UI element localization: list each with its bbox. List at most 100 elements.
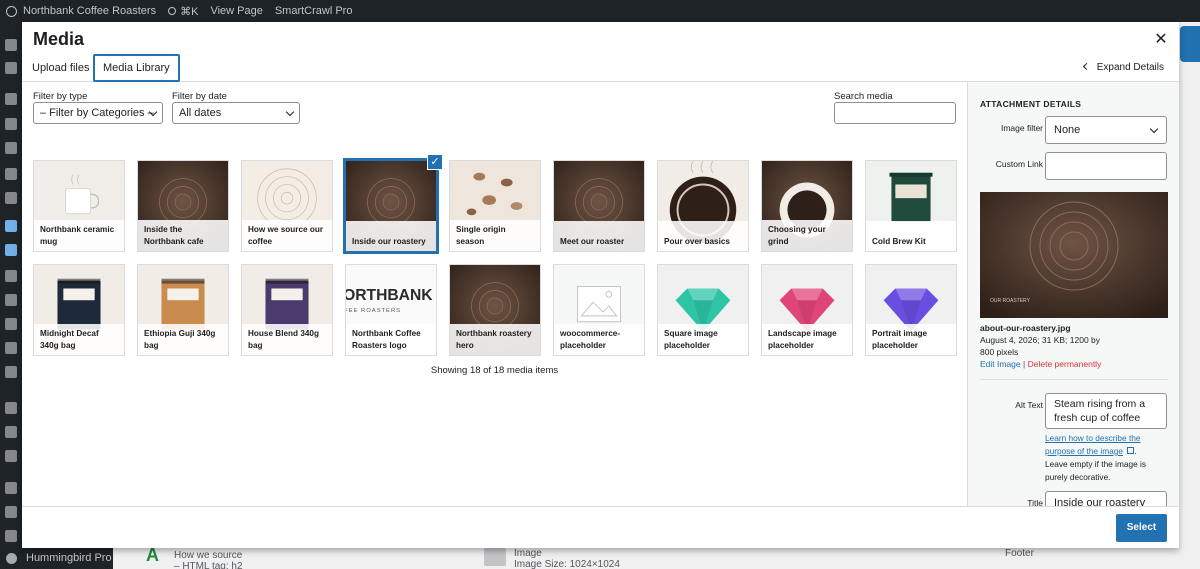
attachment-tile[interactable]: Northbank roastery hero bbox=[449, 264, 541, 356]
attachment-tile[interactable]: Pour over basics bbox=[657, 160, 749, 252]
tab-media-library[interactable]: Media Library bbox=[93, 54, 180, 82]
alt-text-textarea[interactable]: Steam rising from a fresh cup of coffee bbox=[1045, 393, 1167, 429]
media-count-status: Showing 18 of 18 media items bbox=[430, 365, 559, 376]
attachment-tile[interactable]: Portrait image placeholder bbox=[865, 264, 957, 356]
search-media-input[interactable] bbox=[834, 102, 956, 124]
publish-button-edge[interactable] bbox=[1180, 26, 1200, 62]
block-meta: – HTML tag: h2 bbox=[174, 561, 243, 569]
attachment-caption: Single origin season bbox=[450, 220, 540, 251]
attachment-caption: Inside the Northbank cafe bbox=[138, 220, 228, 251]
attachment-caption: Portrait image placeholder bbox=[866, 324, 956, 355]
attachment-caption: Cold Brew Kit bbox=[866, 221, 956, 251]
menu-icon-9[interactable] bbox=[5, 244, 17, 256]
filter-type-value: – Filter by Categories – bbox=[40, 107, 154, 119]
attachments-browser: Filter by type – Filter by Categories – … bbox=[22, 82, 967, 506]
block-image-item[interactable]: Image Image Size: 1024×1024 bbox=[484, 548, 620, 569]
attachment-tile[interactable]: How we source our coffee bbox=[241, 160, 333, 252]
block-heading-item[interactable]: A How we source – HTML tag: h2 bbox=[146, 546, 243, 569]
heading-block-icon: A bbox=[146, 545, 159, 565]
tab-upload-files[interactable]: Upload files bbox=[24, 54, 97, 82]
attachment-tile[interactable]: Inside the Northbank cafe bbox=[137, 160, 229, 252]
menu-icon-20[interactable] bbox=[5, 530, 17, 542]
menu-icon-14[interactable] bbox=[5, 366, 17, 378]
edit-image-link[interactable]: Edit Image bbox=[980, 359, 1021, 369]
command-palette[interactable]: ⌘K bbox=[168, 5, 198, 18]
attachment-tile[interactable]: Landscape image placeholder bbox=[761, 264, 853, 356]
smartcrawl-menu[interactable]: SmartCrawl Pro bbox=[275, 5, 353, 17]
attachment-tile[interactable]: Choosing your grind bbox=[761, 160, 853, 252]
image-filter-label: Image filter bbox=[1000, 123, 1043, 133]
alt-text-help-link[interactable]: Learn how to describe the purpose of the… bbox=[1045, 433, 1140, 456]
alt-text-help: Learn how to describe the purpose of the… bbox=[1045, 432, 1170, 483]
attachment-caption: Choosing your grind bbox=[762, 220, 852, 251]
image-filter-value: None bbox=[1054, 124, 1081, 136]
image-block-icon bbox=[484, 548, 506, 566]
attachment-caption: Landscape image placeholder bbox=[762, 324, 852, 355]
expand-details-button[interactable]: Expand Details bbox=[1082, 62, 1164, 73]
title-label: Title bbox=[1027, 498, 1043, 506]
attachment-tile[interactable]: Square image placeholder bbox=[657, 264, 749, 356]
selected-check-icon[interactable]: ✓ bbox=[427, 154, 443, 170]
shortcut-hint: ⌘K bbox=[180, 5, 199, 18]
attachment-tile[interactable]: Cold Brew Kit bbox=[865, 160, 957, 252]
menu-icon-19[interactable] bbox=[5, 506, 17, 518]
menu-icon-18[interactable] bbox=[5, 482, 17, 494]
help-link-punctuation: . bbox=[1134, 445, 1137, 456]
attachment-caption: Northbank roastery hero bbox=[450, 324, 540, 355]
delete-permanently-link[interactable]: Delete permanently bbox=[1028, 359, 1102, 369]
logo-wordmark: ORTHBANK bbox=[346, 287, 433, 304]
menu-icon-5[interactable] bbox=[5, 142, 17, 154]
custom-link-input[interactable] bbox=[1045, 152, 1167, 180]
image-filter-select[interactable]: None bbox=[1045, 116, 1167, 144]
menu-icon-17[interactable] bbox=[5, 450, 17, 462]
menu-icon-15[interactable] bbox=[5, 402, 17, 414]
hummingbird-menu-item[interactable]: Hummingbird Pro bbox=[0, 548, 113, 569]
view-page-link[interactable]: View Page bbox=[210, 5, 262, 17]
admin-menu bbox=[0, 22, 22, 569]
attachment-tile[interactable]: Northbank ceramic mug bbox=[33, 160, 125, 252]
select-button[interactable]: Select bbox=[1116, 514, 1167, 542]
filter-type-select[interactable]: – Filter by Categories – bbox=[33, 102, 163, 124]
attachment-tile[interactable]: Ethiopia Guji 340g bag bbox=[137, 264, 229, 356]
menu-icon-8[interactable] bbox=[5, 220, 17, 232]
attachment-caption: Square image placeholder bbox=[658, 324, 748, 355]
custom-link-label: Custom Link bbox=[995, 159, 1043, 169]
menu-icon-12[interactable] bbox=[5, 318, 17, 330]
roastery-preview-graphic: OUR ROASTERY bbox=[980, 192, 1168, 318]
attachment-tile[interactable]: woocommerce-placeholder bbox=[553, 264, 645, 356]
menu-icon-6[interactable] bbox=[5, 168, 17, 180]
attachment-tile[interactable]: Single origin season bbox=[449, 160, 541, 252]
menu-icon-3[interactable] bbox=[5, 93, 17, 105]
hummingbird-icon bbox=[6, 553, 17, 564]
attachment-caption: Inside our roastery bbox=[346, 221, 436, 251]
attachment-caption: Meet our roaster bbox=[554, 221, 644, 251]
menu-icon-2[interactable] bbox=[5, 62, 17, 74]
attachment-tile[interactable]: Inside our roastery bbox=[343, 158, 439, 254]
attachment-filename: about-our-roastery.jpg bbox=[980, 323, 1071, 333]
attachment-details-heading: Attachment Details bbox=[980, 99, 1082, 109]
menu-icon-10[interactable] bbox=[5, 270, 17, 282]
menu-icon-1[interactable] bbox=[5, 39, 17, 51]
menu-icon-16[interactable] bbox=[5, 426, 17, 438]
alt-text-label: Alt Text bbox=[1015, 400, 1043, 410]
wordpress-logo-icon[interactable] bbox=[6, 5, 17, 17]
attachment-tile[interactable]: Meet our roaster bbox=[553, 160, 645, 252]
filter-date-select[interactable]: All dates bbox=[172, 102, 300, 124]
footer-block-label: Footer bbox=[1005, 548, 1034, 559]
close-icon[interactable]: ✕ bbox=[1151, 30, 1171, 50]
menu-icon-13[interactable] bbox=[5, 342, 17, 354]
menu-icon-4[interactable] bbox=[5, 118, 17, 130]
actions-separator: | bbox=[1023, 359, 1026, 369]
attachment-tile[interactable]: ORTHBANK FEE ROASTERS Northbank Coffee Roa… bbox=[345, 264, 437, 356]
attachment-preview-image: OUR ROASTERY bbox=[980, 192, 1168, 318]
admin-bar: Northbank Coffee Roasters ⌘K View Page S… bbox=[0, 0, 1200, 22]
title-input[interactable]: Inside our roastery bbox=[1045, 491, 1167, 506]
media-router-tabs: Upload files Media Library bbox=[22, 54, 1179, 82]
menu-icon-7[interactable] bbox=[5, 192, 17, 204]
attachment-tile[interactable]: Midnight Decaf 340g bag bbox=[33, 264, 125, 356]
chevron-down-icon bbox=[1149, 124, 1159, 134]
attachment-actions: Edit Image | Delete permanently bbox=[980, 359, 1101, 369]
attachment-tile[interactable]: House Blend 340g bag bbox=[241, 264, 333, 356]
menu-icon-11[interactable] bbox=[5, 294, 17, 306]
site-name-link[interactable]: Northbank Coffee Roasters bbox=[23, 5, 156, 17]
